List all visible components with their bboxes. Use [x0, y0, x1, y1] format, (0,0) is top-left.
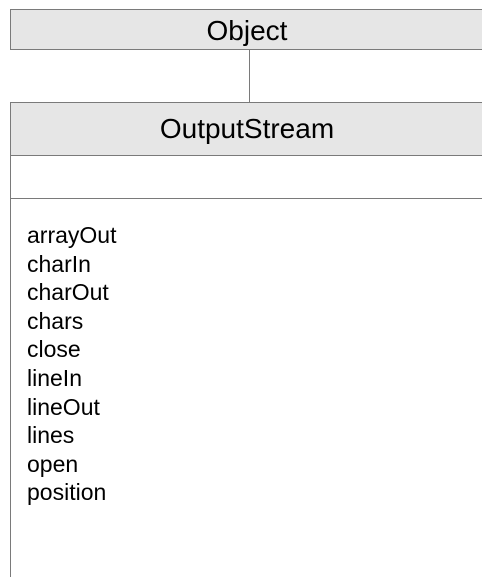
method-item: charIn: [27, 250, 91, 277]
method-item: arrayOut: [27, 222, 117, 248]
class-box-outputstream: OutputStream arrayOut charIn charOut cha…: [10, 102, 482, 577]
class-header-outputstream: OutputStream: [11, 103, 482, 156]
methods-compartment: arrayOut charIn charOut chars close line…: [27, 221, 116, 507]
method-item: lines: [27, 422, 75, 449]
class-name-object: Object: [206, 15, 288, 46]
method-item: position: [27, 479, 107, 506]
class-box-object: Object: [10, 9, 482, 50]
class-name-outputstream: OutputStream: [159, 113, 335, 144]
method-item: close: [27, 336, 81, 363]
uml-class-diagram: Object OutputStream arrayOut charIn char…: [0, 0, 482, 577]
method-item: chars: [27, 307, 84, 334]
inheritance-connector: [249, 50, 250, 102]
method-item: open: [27, 450, 79, 477]
attributes-compartment: [11, 156, 482, 199]
method-item: lineIn: [27, 364, 82, 391]
method-item: lineOut: [27, 393, 100, 420]
method-item: charOut: [27, 279, 109, 306]
